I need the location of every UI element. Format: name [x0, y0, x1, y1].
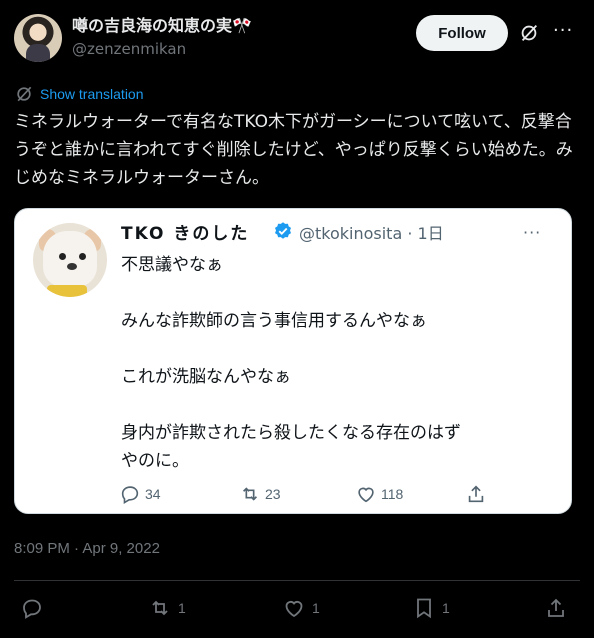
like-count: 1: [312, 600, 320, 616]
share-icon: [548, 598, 564, 617]
quoted-line: [121, 279, 551, 307]
quoted-like-button[interactable]: 118: [355, 483, 403, 505]
dog-face: [43, 231, 97, 287]
grok-translate-icon: [17, 86, 32, 102]
quoted-author-handle-time[interactable]: @tkokinosita · 1日: [299, 220, 444, 244]
dog-nose: [67, 263, 77, 270]
dog-eye-right: [79, 253, 86, 260]
quoted-line: [121, 335, 551, 363]
reply-icon: [121, 486, 139, 504]
grok-icon[interactable]: [518, 22, 540, 44]
show-translation-link[interactable]: Show translation: [40, 86, 144, 102]
reply-button[interactable]: [20, 596, 50, 620]
tweet-header: 噂の吉良海の知恵の実🎌 @zenzenmikan Follow ···: [0, 0, 594, 70]
quoted-line: [121, 391, 551, 419]
author-handle[interactable]: @zenzenmikan: [72, 40, 186, 58]
retweet-count: 1: [178, 600, 186, 616]
like-icon: [358, 487, 374, 503]
quoted-line: みんな詐欺師の言う事信用するんやなぁ: [121, 311, 427, 331]
quoted-tweet-text: 不思議やなぁ みんな詐欺師の言う事信用するんやなぁ これが洗脳なんやなぁ 身内が…: [121, 251, 551, 475]
tweet-text: ミネラルウォーターで有名なTKO木下がガーシーについて呟いて、反撃合うぞと誰かに…: [14, 112, 573, 188]
quoted-line: これが洗脳なんやなぁ: [121, 367, 291, 387]
quoted-line: 不思議やなぁ: [121, 255, 223, 275]
quoted-line: やのに。: [121, 451, 189, 471]
bookmark-icon: [417, 598, 431, 619]
quoted-actions: 34 23 118: [119, 483, 539, 507]
author-display-name[interactable]: 噂の吉良海の知恵の実🎌: [72, 12, 252, 36]
quoted-author-avatar[interactable]: [33, 223, 107, 297]
quoted-line: 身内が詐欺されたら殺したくなる存在のはず: [121, 423, 461, 443]
retweet-icon: [152, 600, 168, 616]
quoted-retweet-count: 23: [265, 486, 281, 502]
quoted-reply-count: 34: [145, 486, 161, 502]
retweet-button[interactable]: 1: [148, 596, 186, 620]
reply-icon: [23, 599, 41, 619]
tweet-timestamp[interactable]: 8:09 PM · Apr 9, 2022: [14, 540, 160, 557]
like-icon: [285, 601, 303, 618]
tweet-actions: 1 1 1: [0, 594, 594, 624]
quoted-retweet-button[interactable]: 23: [239, 483, 281, 505]
quoted-share-button[interactable]: [465, 483, 491, 505]
follow-button[interactable]: Follow: [416, 15, 508, 51]
quoted-more-icon[interactable]: ···: [523, 223, 541, 242]
bookmark-count: 1: [442, 600, 450, 616]
author-avatar[interactable]: [14, 14, 62, 62]
share-icon: [468, 485, 484, 503]
dog-eye-left: [59, 253, 66, 260]
quoted-like-count: 118: [381, 486, 404, 502]
retweet-icon: [242, 487, 258, 501]
like-button[interactable]: 1: [282, 596, 320, 620]
divider: [14, 580, 580, 581]
more-options-icon[interactable]: ···: [553, 22, 575, 44]
bookmark-button[interactable]: 1: [412, 596, 450, 620]
quoted-author-name[interactable]: TKO きのした: [121, 219, 249, 244]
quoted-tweet-card[interactable]: TKO きのした @tkokinosita · 1日 ··· 不思議やなぁ みん…: [14, 208, 572, 514]
translate-row[interactable]: Show translation: [14, 84, 144, 104]
quoted-reply-button[interactable]: 34: [119, 483, 161, 505]
verified-badge-icon: [275, 222, 291, 239]
share-button[interactable]: [544, 596, 574, 620]
dog-collar: [47, 285, 87, 297]
